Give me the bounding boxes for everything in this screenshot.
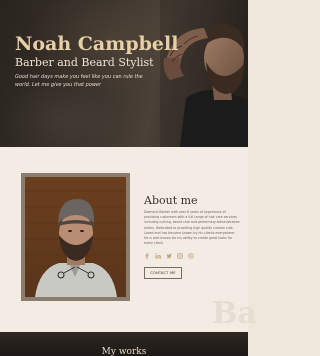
facebook-icon[interactable]	[144, 253, 150, 259]
background-watermark-text: Ba	[212, 296, 257, 331]
barber-portrait-image	[25, 190, 126, 297]
twitter-icon[interactable]	[166, 253, 172, 259]
hero-section: Noah Campbell Barber and Beard Stylist G…	[0, 0, 248, 147]
works-heading: My works	[101, 347, 147, 356]
hero-tagline: Good hair days make you feel like you ca…	[15, 74, 143, 88]
social-links	[144, 253, 194, 259]
instagram-icon[interactable]	[177, 253, 183, 259]
about-heading: About me	[144, 194, 198, 207]
hero-subtitle: Barber and Beard Stylist	[15, 56, 154, 69]
linkedin-icon[interactable]	[155, 253, 161, 259]
about-section: About me Diamond Barber with over 6 year…	[0, 147, 257, 332]
dribbble-icon[interactable]	[188, 253, 194, 259]
contact-me-button[interactable]: CONTACT ME	[144, 267, 182, 279]
about-body-text: Diamond Barber with over 6 years of expe…	[144, 210, 240, 246]
works-section: My works	[0, 332, 248, 356]
hero-name-title: Noah Campbell	[15, 33, 179, 55]
hero-barber-photo	[160, 0, 248, 147]
portrait-frame	[21, 173, 130, 301]
portrait-photo	[25, 177, 126, 297]
